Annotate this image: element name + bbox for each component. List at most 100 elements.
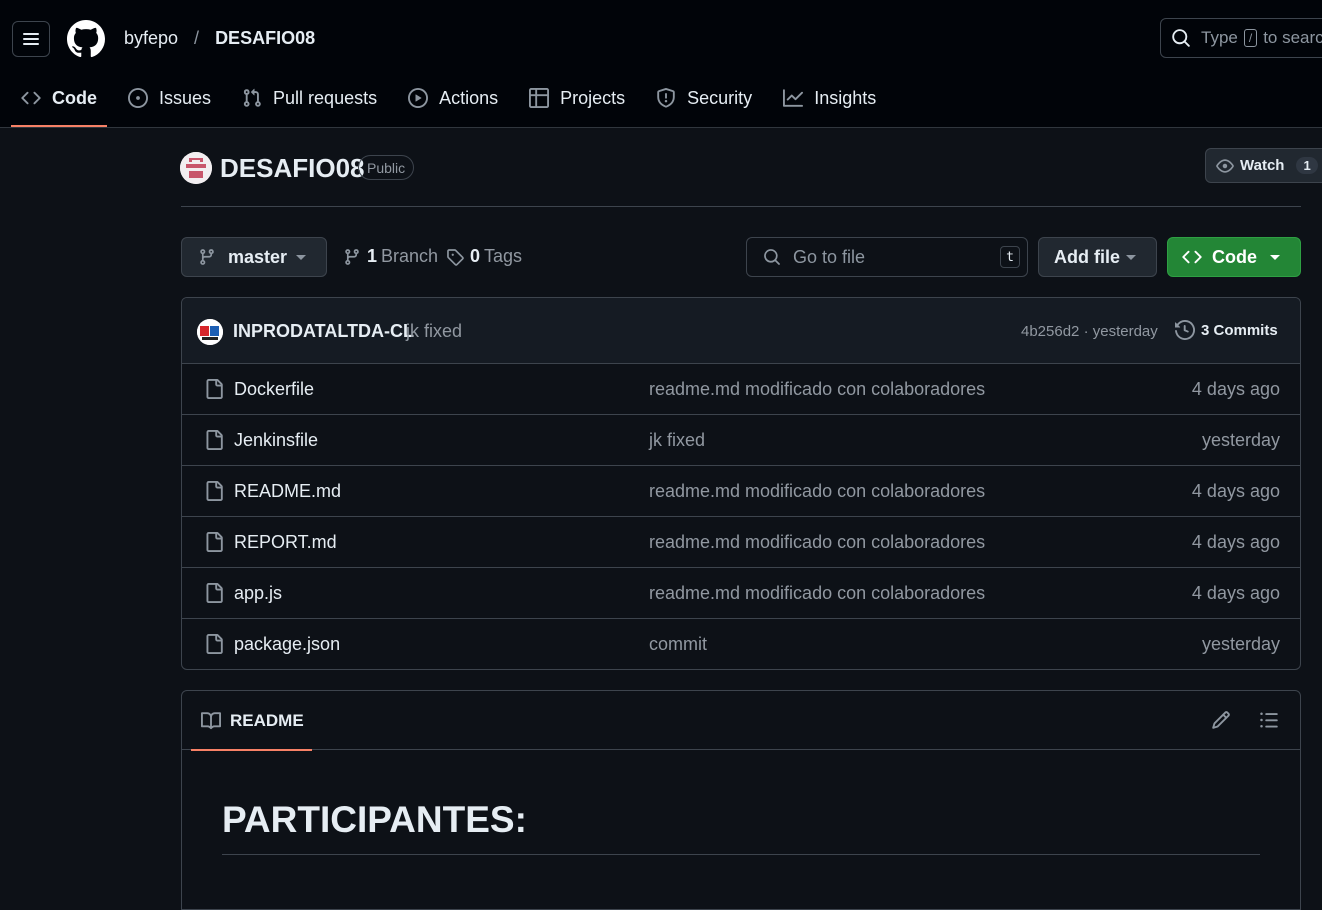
global-search-input[interactable]: Type / to search	[1160, 18, 1322, 58]
file-commit-message[interactable]: jk fixed	[649, 430, 705, 451]
file-row[interactable]: README.md readme.md modificado con colab…	[182, 466, 1300, 517]
tag-icon	[447, 248, 464, 266]
commit-author-avatar[interactable]	[197, 319, 223, 345]
heading-divider	[222, 854, 1260, 855]
file-commit-date: yesterday	[1201, 430, 1280, 450]
file-commit-date: 4 days ago	[1191, 481, 1280, 501]
code-icon	[21, 91, 41, 105]
commit-hash-and-time[interactable]: 4b256d2 · yesterday	[1021, 323, 1158, 340]
file-icon	[206, 430, 223, 450]
file-name-link[interactable]: Jenkinsfile	[234, 430, 318, 451]
search-shortcut-key: /	[1243, 29, 1258, 47]
tab-code-label: Code	[52, 87, 97, 108]
play-icon	[408, 88, 429, 108]
file-row[interactable]: Dockerfile readme.md modificado con cola…	[182, 364, 1300, 415]
outline-button[interactable]	[1259, 710, 1279, 730]
file-commit-message[interactable]: readme.md modificado con colaboradores	[649, 583, 985, 604]
add-file-label: Add file	[1054, 246, 1120, 267]
file-commit-message[interactable]: commit	[649, 634, 707, 655]
search-prefix: Type	[1201, 28, 1238, 47]
tab-actions[interactable]: Actions	[398, 72, 508, 124]
file-name-link[interactable]: Dockerfile	[234, 379, 314, 400]
tab-pull-requests[interactable]: Pull requests	[232, 72, 387, 124]
tab-actions-label: Actions	[439, 87, 499, 108]
tab-projects-label: Projects	[560, 87, 626, 108]
tab-issues-label: Issues	[159, 87, 212, 108]
go-to-file-input[interactable]: Go to file t	[746, 237, 1028, 277]
file-row[interactable]: app.js readme.md modificado con colabora…	[182, 568, 1300, 619]
branch-name: master	[228, 246, 288, 267]
breadcrumb-repo-link[interactable]: DESAFIO08	[215, 28, 315, 49]
file-row[interactable]: Jenkinsfile jk fixed yesterday	[182, 415, 1300, 466]
file-icon	[206, 481, 223, 501]
tab-projects[interactable]: Projects	[519, 72, 635, 124]
breadcrumb-owner-link[interactable]: byfepo	[124, 28, 178, 49]
file-commit-message[interactable]: readme.md modificado con colaboradores	[649, 532, 985, 553]
file-commit-message[interactable]: readme.md modificado con colaboradores	[649, 379, 985, 400]
tab-security[interactable]: Security	[646, 72, 762, 124]
list-unordered-icon	[1260, 712, 1278, 728]
file-name-link[interactable]: package.json	[234, 634, 340, 655]
tab-insights[interactable]: Insights	[773, 72, 886, 124]
readme-header: README	[182, 691, 1300, 751]
commits-history-link[interactable]: 3 Commits	[1175, 320, 1278, 340]
tab-security-label: Security	[687, 87, 753, 108]
tags-link[interactable]: 0 Tags	[446, 246, 522, 267]
commit-author-link[interactable]: INPRODATALTDA-CL	[233, 321, 414, 342]
graph-icon	[783, 89, 804, 107]
file-commit-message[interactable]: readme.md modificado con colaboradores	[649, 481, 985, 502]
file-icon	[206, 634, 223, 654]
commits-count-label: 3 Commits	[1201, 321, 1278, 339]
code-button[interactable]: Code	[1167, 237, 1301, 277]
table-icon	[529, 88, 550, 108]
global-header: byfepo / DESAFIO08 Type / to search Code…	[0, 0, 1322, 128]
file-row[interactable]: package.json commit yesterday	[182, 619, 1300, 669]
file-commit-date: 4 days ago	[1191, 583, 1280, 603]
readme-heading: PARTICIPANTES:	[222, 799, 527, 840]
tab-readme[interactable]: README	[191, 691, 312, 751]
visibility-badge: Public	[358, 155, 415, 180]
branch-count-label: Branch	[381, 246, 439, 266]
branch-count: 1	[367, 246, 378, 266]
search-suffix: to search	[1263, 28, 1322, 47]
file-name-link[interactable]: app.js	[234, 583, 282, 604]
watch-count: 1	[1296, 157, 1318, 174]
commit-message-link[interactable]: jk fixed	[406, 321, 462, 342]
git-branch-icon	[345, 248, 359, 265]
tab-issues[interactable]: Issues	[118, 72, 221, 124]
go-to-file-placeholder: Go to file	[793, 246, 866, 267]
repo-title[interactable]: DESAFIO08	[220, 152, 365, 184]
breadcrumb: byfepo / DESAFIO08	[124, 28, 315, 49]
file-name-link[interactable]: REPORT.md	[234, 532, 337, 553]
repo-nav: Code Issues Pull requests Actions Projec…	[11, 72, 897, 128]
eye-icon	[1216, 158, 1234, 173]
tab-code[interactable]: Code	[11, 72, 107, 127]
caret-down-icon	[296, 254, 306, 260]
menu-button[interactable]	[12, 21, 50, 57]
code-icon	[1182, 250, 1202, 264]
branches-link[interactable]: 1 Branch	[343, 246, 438, 267]
watch-button[interactable]: Watch 1	[1205, 148, 1322, 183]
branch-selector-button[interactable]: master	[181, 237, 327, 277]
shield-icon	[657, 88, 675, 108]
github-logo-icon[interactable]	[67, 20, 105, 58]
search-icon	[1172, 29, 1190, 47]
file-icon	[206, 583, 223, 603]
file-commit-date: 4 days ago	[1191, 379, 1280, 399]
issue-opened-icon	[128, 88, 148, 108]
caret-down-icon	[1270, 254, 1280, 260]
book-icon	[201, 711, 221, 729]
add-file-button[interactable]: Add file	[1038, 237, 1157, 277]
tab-pull-requests-label: Pull requests	[273, 87, 378, 108]
hamburger-icon	[23, 33, 39, 45]
edit-readme-button[interactable]	[1211, 710, 1231, 730]
git-pull-request-icon	[243, 88, 261, 107]
file-list: INPRODATALTDA-CL jk fixed 4b256d2 · yest…	[181, 297, 1301, 670]
file-row[interactable]: REPORT.md readme.md modificado con colab…	[182, 517, 1300, 568]
file-name-link[interactable]: README.md	[234, 481, 341, 502]
caret-down-icon	[1126, 254, 1136, 260]
watch-label: Watch	[1240, 157, 1285, 174]
owner-avatar[interactable]	[180, 152, 212, 184]
file-icon	[206, 532, 223, 552]
latest-commit-bar: INPRODATALTDA-CL jk fixed 4b256d2 · yest…	[182, 298, 1300, 364]
